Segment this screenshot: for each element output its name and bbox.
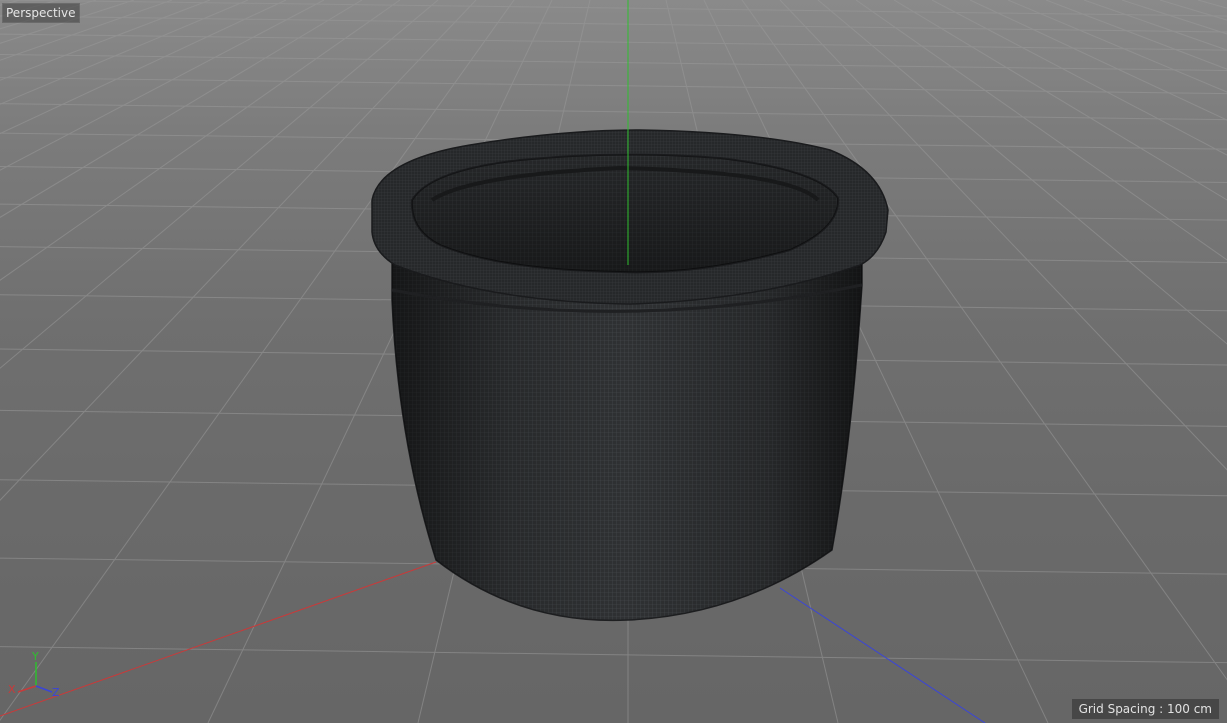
grid-line [0, 77, 1227, 95]
axis-gizmo: Y X Z [8, 650, 60, 699]
grid-line [0, 0, 135, 44]
gizmo-x-label: X [8, 683, 16, 696]
grid-line [0, 0, 249, 105]
grid-line [855, 0, 1227, 261]
gizmo-x-axis [17, 685, 37, 693]
grid-line [1159, 0, 1227, 21]
z-axis-line [779, 587, 986, 723]
grid-line [0, 103, 1227, 121]
view-name-label[interactable]: Perspective [2, 3, 80, 23]
grid-line [1083, 0, 1227, 51]
grid-spacing-label: Grid Spacing : 100 cm [1071, 699, 1219, 719]
viewport-scene[interactable] [0, 0, 1227, 723]
grid-line [0, 646, 1227, 664]
grid-line [969, 0, 1227, 121]
grid-line [0, 0, 1227, 17]
grid-line [817, 0, 1227, 345]
grid-line [1007, 0, 1227, 93]
pot-mesh[interactable] [371, 129, 889, 622]
grid-line [1045, 0, 1227, 70]
gizmo-z-axis [35, 685, 53, 693]
grid-line [0, 0, 287, 135]
grid-line [0, 0, 325, 171]
grid-line [0, 54, 1227, 72]
gizmo-z-label: Z [52, 686, 60, 699]
grid-line [0, 0, 21, 6]
grid-line [0, 0, 97, 30]
grid-line [0, 0, 173, 61]
grid-line [0, 0, 211, 81]
gizmo-y-label: Y [31, 650, 39, 663]
3d-viewport[interactable]: Perspective Y X Z Grid Spacing : 100 cm [0, 0, 1227, 723]
grid-line [0, 15, 1227, 33]
